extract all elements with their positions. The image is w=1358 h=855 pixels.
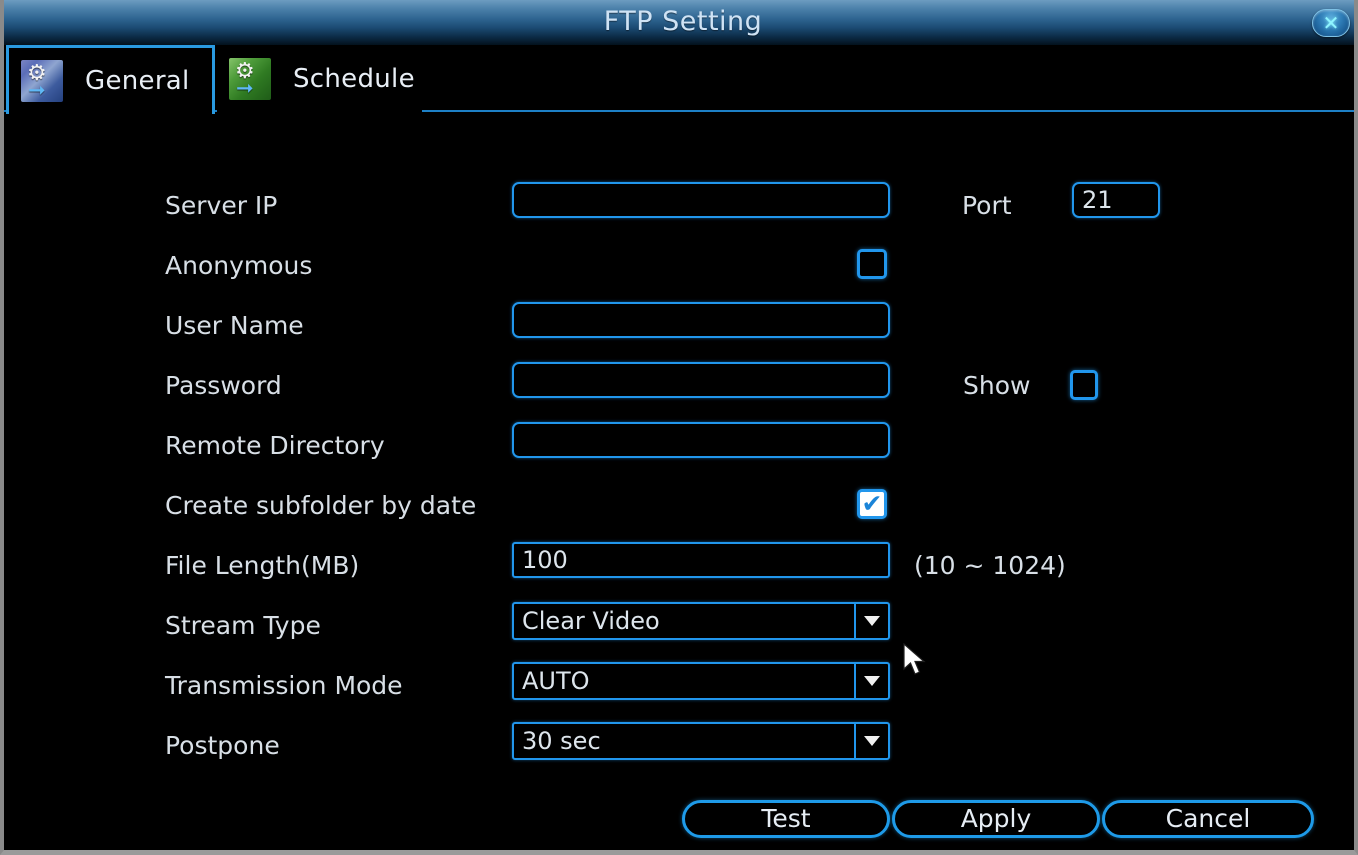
file-length-hint: (10 ~ 1024) bbox=[914, 551, 1066, 580]
row-stream-type: Stream Type Clear Video bbox=[4, 602, 1354, 662]
check-icon: ✔ bbox=[861, 489, 883, 518]
ftp-setting-dialog: FTP Setting ✕ ⚙ ➞ General ⚙ ➞ Schedule S… bbox=[0, 0, 1358, 855]
stream-type-value: Clear Video bbox=[522, 607, 660, 635]
port-input[interactable]: 21 bbox=[1072, 182, 1160, 218]
tab-general[interactable]: ⚙ ➞ General bbox=[6, 45, 215, 114]
arrow-right-icon: ➞ bbox=[236, 75, 254, 100]
password-input[interactable] bbox=[512, 362, 890, 398]
postpone-select[interactable]: 30 sec bbox=[512, 722, 890, 760]
row-password: Password Show bbox=[4, 362, 1354, 422]
ftp-general-form: Server IP Port 21 Anonymous User Name Pa… bbox=[4, 114, 1354, 794]
label-user-name: User Name bbox=[165, 311, 304, 340]
row-file-length: File Length(MB) 100 (10 ~ 1024) bbox=[4, 542, 1354, 602]
label-transmission-mode: Transmission Mode bbox=[165, 671, 403, 700]
label-file-length: File Length(MB) bbox=[165, 551, 360, 580]
label-server-ip: Server IP bbox=[165, 191, 278, 220]
label-create-subfolder: Create subfolder by date bbox=[165, 491, 477, 520]
close-icon: ✕ bbox=[1322, 11, 1340, 35]
arrow-right-icon: ➞ bbox=[28, 78, 46, 102]
close-button[interactable]: ✕ bbox=[1312, 9, 1350, 37]
row-create-subfolder: Create subfolder by date ✔ bbox=[4, 482, 1354, 542]
title-bar: FTP Setting ✕ bbox=[4, 0, 1354, 45]
transmission-mode-value: AUTO bbox=[522, 667, 590, 695]
transmission-mode-select[interactable]: AUTO bbox=[512, 662, 890, 700]
chevron-down-icon[interactable] bbox=[854, 724, 888, 758]
gear-arrow-icon: ⚙ ➞ bbox=[21, 60, 63, 102]
postpone-value: 30 sec bbox=[522, 727, 601, 755]
label-postpone: Postpone bbox=[165, 731, 280, 760]
row-postpone: Postpone 30 sec bbox=[4, 722, 1354, 782]
chevron-down-icon[interactable] bbox=[854, 604, 888, 638]
file-length-value: 100 bbox=[522, 546, 568, 574]
show-password-checkbox[interactable] bbox=[1070, 370, 1098, 400]
server-ip-input[interactable] bbox=[512, 182, 890, 218]
stream-type-select[interactable]: Clear Video bbox=[512, 602, 890, 640]
tab-general-label: General bbox=[85, 66, 190, 96]
label-remote-directory: Remote Directory bbox=[165, 431, 385, 460]
user-name-input[interactable] bbox=[512, 302, 890, 338]
tab-strip: ⚙ ➞ General ⚙ ➞ Schedule bbox=[4, 45, 1354, 114]
window-title: FTP Setting bbox=[603, 6, 763, 37]
anonymous-checkbox[interactable] bbox=[857, 249, 887, 279]
dialog-footer: Test Apply Cancel bbox=[4, 800, 1354, 848]
row-remote-directory: Remote Directory bbox=[4, 422, 1354, 482]
tab-schedule-label: Schedule bbox=[293, 63, 415, 94]
port-value: 21 bbox=[1082, 186, 1113, 214]
cancel-button[interactable]: Cancel bbox=[1102, 800, 1314, 838]
row-anonymous: Anonymous bbox=[4, 242, 1354, 302]
file-length-input[interactable]: 100 bbox=[512, 542, 890, 578]
row-transmission-mode: Transmission Mode AUTO bbox=[4, 662, 1354, 722]
test-button[interactable]: Test bbox=[682, 800, 890, 838]
create-subfolder-checkbox[interactable]: ✔ bbox=[857, 489, 887, 519]
label-port: Port bbox=[962, 191, 1012, 220]
label-show: Show bbox=[963, 371, 1031, 400]
label-stream-type: Stream Type bbox=[165, 611, 321, 640]
label-anonymous: Anonymous bbox=[165, 251, 313, 280]
label-password: Password bbox=[165, 371, 282, 400]
gear-arrow-icon: ⚙ ➞ bbox=[229, 57, 271, 100]
remote-directory-input[interactable] bbox=[512, 422, 890, 458]
apply-button[interactable]: Apply bbox=[892, 800, 1100, 838]
tab-schedule[interactable]: ⚙ ➞ Schedule bbox=[217, 45, 422, 112]
chevron-down-icon[interactable] bbox=[854, 664, 888, 698]
row-server-ip: Server IP Port 21 bbox=[4, 182, 1354, 242]
row-user-name: User Name bbox=[4, 302, 1354, 362]
